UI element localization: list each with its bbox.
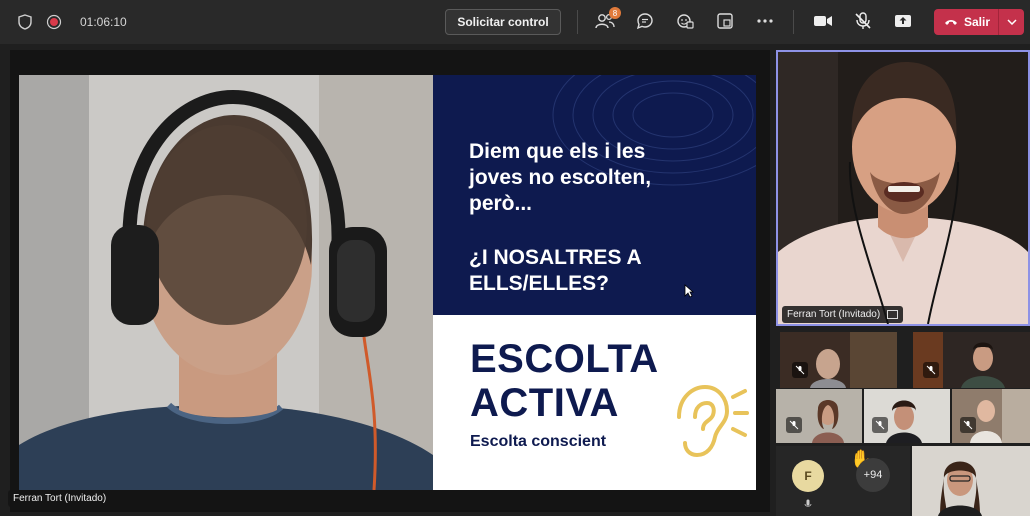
participant-video-image bbox=[864, 389, 950, 443]
ear-icon bbox=[677, 384, 749, 458]
mic-icon bbox=[804, 499, 812, 507]
chat-button[interactable] bbox=[634, 8, 656, 34]
camera-button[interactable] bbox=[812, 8, 834, 34]
participant-video-image bbox=[913, 332, 1030, 388]
participant-video-image bbox=[780, 332, 897, 388]
share-icon bbox=[895, 15, 911, 27]
slide-brand-panel: ESCOLTA ACTIVA Escolta conscient bbox=[433, 315, 756, 490]
participants-button[interactable]: 8 bbox=[594, 7, 621, 34]
reactions-button[interactable] bbox=[674, 8, 696, 34]
participant-tile[interactable] bbox=[776, 389, 862, 443]
leave-label: Salir bbox=[964, 15, 991, 29]
screen-share-indicator-icon bbox=[886, 309, 898, 319]
share-button[interactable] bbox=[892, 8, 914, 34]
participant-video-image bbox=[952, 389, 1030, 443]
active-speaker-name-label: Ferran Tort (Invitado) bbox=[782, 306, 903, 323]
overflow-participants-area: F ✋ +94 bbox=[776, 446, 910, 516]
leave-options-button[interactable] bbox=[999, 19, 1024, 25]
request-control-button[interactable]: Solicitar control bbox=[445, 9, 561, 35]
more-participants-button[interactable]: +94 bbox=[856, 458, 890, 492]
mic-off-icon bbox=[786, 417, 802, 433]
chat-icon bbox=[636, 13, 653, 30]
mic-off-icon bbox=[872, 417, 888, 433]
more-icon bbox=[757, 19, 773, 23]
participants-count-badge: 8 bbox=[609, 7, 621, 19]
mouse-cursor-icon bbox=[684, 284, 694, 298]
mic-off-icon bbox=[960, 417, 976, 433]
slide-statement-line: Diem que els i les bbox=[469, 140, 646, 163]
recording-icon bbox=[46, 14, 62, 30]
meeting-toolbar: 01:06:10 Solicitar control 8 Salir bbox=[0, 0, 1030, 44]
participant-video-image bbox=[912, 446, 1030, 516]
mic-off-icon bbox=[792, 362, 808, 378]
meeting-timer: 01:06:10 bbox=[80, 15, 127, 29]
active-speaker-video[interactable]: Ferran Tort (Invitado) bbox=[776, 50, 1030, 326]
slide-question-line: ¿I NOSALTRES A bbox=[469, 246, 642, 269]
slide-brand-title: ESCOLTA bbox=[470, 337, 659, 381]
presentation-slide: Diem que els i les joves no escolten, pe… bbox=[19, 75, 756, 490]
slide-brand-subtitle: Escolta conscient bbox=[470, 433, 607, 450]
mic-off-icon bbox=[855, 12, 871, 29]
headphones-photo-image bbox=[19, 75, 433, 490]
layout-icon bbox=[717, 13, 733, 29]
participant-tile[interactable] bbox=[864, 389, 950, 443]
participant-tile[interactable] bbox=[913, 332, 1030, 388]
more-options-button[interactable] bbox=[754, 8, 776, 34]
chevron-down-icon bbox=[1006, 19, 1017, 25]
slide-statement-line: però... bbox=[469, 192, 533, 215]
active-speaker-name: Ferran Tort (Invitado) bbox=[787, 309, 881, 320]
slide-photo bbox=[19, 75, 433, 490]
slide-statement-line: joves no escolten, bbox=[469, 166, 652, 189]
shield-icon[interactable] bbox=[18, 14, 32, 30]
toolbar-divider bbox=[577, 10, 578, 34]
avatar[interactable]: F bbox=[792, 460, 824, 492]
participant-tile[interactable] bbox=[912, 446, 1030, 516]
leave-button[interactable]: Salir bbox=[934, 9, 1024, 35]
slide-brand-title: ACTIVA bbox=[470, 381, 619, 425]
presenter-name-label: Ferran Tort (Invitado) bbox=[8, 490, 112, 507]
toolbar-divider bbox=[793, 10, 794, 34]
participant-tile[interactable] bbox=[952, 389, 1030, 443]
camera-icon bbox=[814, 16, 832, 26]
participant-tile[interactable] bbox=[780, 332, 897, 388]
slide-question-line: ELLS/ELLES? bbox=[469, 272, 610, 295]
speaker-video-image bbox=[778, 52, 1028, 324]
mic-button[interactable] bbox=[852, 8, 874, 34]
participant-video-image bbox=[776, 389, 862, 443]
slide-question-panel: Diem que els i les joves no escolten, pe… bbox=[433, 75, 756, 315]
mic-off-icon bbox=[923, 362, 939, 378]
hang-up-icon bbox=[945, 20, 957, 25]
reaction-icon bbox=[677, 14, 694, 29]
view-button[interactable] bbox=[714, 8, 736, 34]
